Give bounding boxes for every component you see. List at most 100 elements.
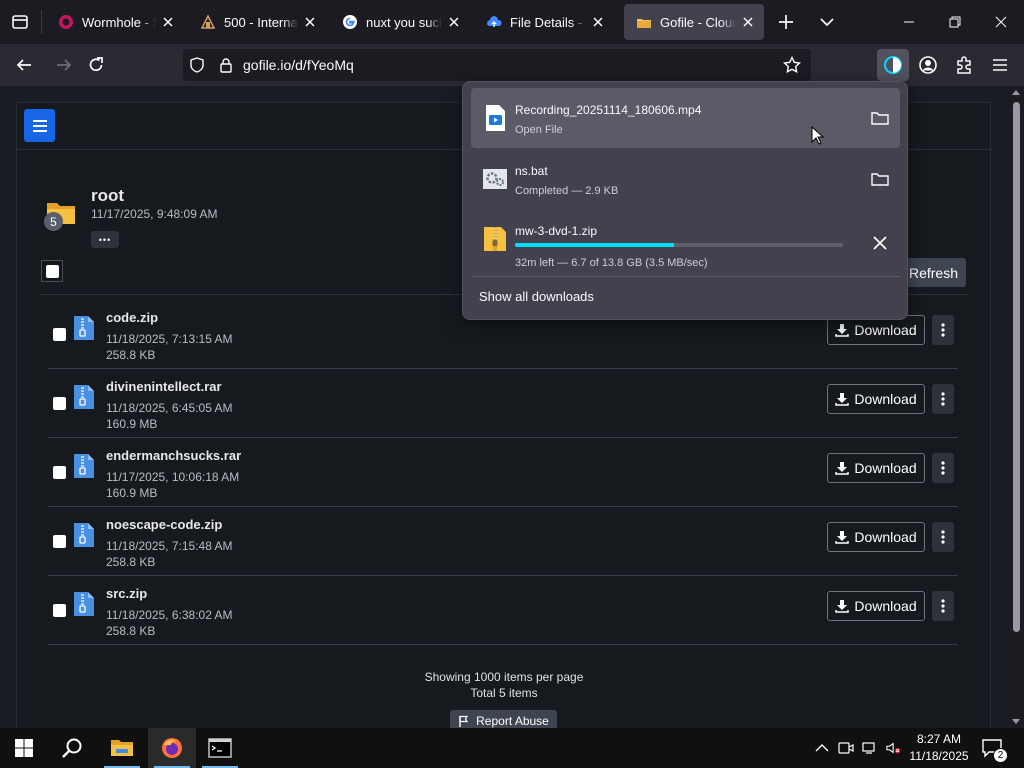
network-icon[interactable] bbox=[862, 740, 878, 756]
cancel-icon[interactable] bbox=[870, 233, 890, 253]
terminal-button[interactable] bbox=[196, 728, 244, 768]
page-scrollbar[interactable] bbox=[1008, 86, 1024, 728]
search-button[interactable] bbox=[48, 728, 96, 768]
scroll-thumb[interactable] bbox=[1013, 102, 1020, 632]
bookmark-star-icon[interactable] bbox=[783, 56, 801, 74]
divider bbox=[471, 276, 900, 277]
download-item[interactable]: Recording_20251114_180606.mp4 Open File bbox=[471, 88, 900, 148]
download-status: Open File bbox=[515, 124, 563, 136]
tab-gofile[interactable]: Gofile - Cloud St bbox=[624, 4, 764, 40]
download-item[interactable]: ns.bat Completed — 2.9 KB bbox=[471, 149, 900, 209]
close-icon[interactable] bbox=[302, 14, 318, 30]
chevron-up-icon[interactable] bbox=[814, 740, 830, 756]
hamburger-icon bbox=[32, 119, 47, 132]
close-icon[interactable] bbox=[160, 14, 176, 30]
download-button[interactable]: Download bbox=[827, 384, 925, 414]
downloads-button[interactable] bbox=[877, 49, 909, 81]
firefox-icon bbox=[162, 738, 182, 758]
back-icon[interactable] bbox=[12, 53, 36, 77]
show-all-downloads-link[interactable]: Show all downloads bbox=[479, 289, 594, 304]
row-checkbox[interactable] bbox=[53, 604, 66, 617]
lock-icon[interactable] bbox=[218, 57, 234, 73]
tracking-protection-icon[interactable] bbox=[189, 57, 205, 73]
file-name[interactable]: divinenintellect.rar bbox=[106, 379, 222, 394]
file-name[interactable]: endermanchsucks.rar bbox=[106, 448, 241, 463]
more-vertical-icon bbox=[941, 323, 945, 337]
folder-more-button[interactable]: ••• bbox=[91, 231, 119, 248]
file-explorer-icon bbox=[111, 740, 133, 756]
file-name[interactable]: code.zip bbox=[106, 310, 158, 325]
checkbox-box bbox=[45, 264, 59, 278]
firefox-view-icon[interactable] bbox=[8, 10, 32, 34]
firefox-button[interactable] bbox=[148, 728, 196, 768]
tab-title: Gofile - Cloud St bbox=[660, 14, 736, 30]
download-label: Download bbox=[854, 322, 917, 338]
tab-file-details[interactable]: File Details - Upl bbox=[474, 4, 614, 40]
sidebar-menu-button[interactable] bbox=[24, 109, 55, 142]
new-tab-icon[interactable] bbox=[774, 10, 798, 34]
meet-now-icon[interactable] bbox=[838, 740, 854, 756]
clock-time: 8:27 AM bbox=[916, 732, 962, 746]
close-icon[interactable] bbox=[446, 14, 462, 30]
file-explorer-button[interactable] bbox=[98, 728, 146, 768]
row-checkbox[interactable] bbox=[53, 328, 66, 341]
select-all-checkbox[interactable] bbox=[41, 260, 63, 282]
file-name[interactable]: noescape-code.zip bbox=[106, 517, 222, 532]
row-checkbox[interactable] bbox=[53, 535, 66, 548]
scroll-down-icon[interactable] bbox=[1012, 719, 1020, 725]
system-clock[interactable]: 8:27 AM 11/18/2025 bbox=[904, 731, 974, 765]
tab-google-search[interactable]: nuxt you suck i h bbox=[330, 4, 470, 40]
row-checkbox[interactable] bbox=[53, 466, 66, 479]
clock-date: 11/18/2025 bbox=[909, 749, 969, 763]
hamburger-menu-icon[interactable] bbox=[988, 53, 1012, 77]
list-all-tabs-icon[interactable] bbox=[815, 10, 839, 34]
download-item[interactable]: mw-3-dvd-1.zip 32m left — 6.7 of 13.8 GB… bbox=[471, 209, 900, 269]
tab-500-error[interactable]: 500 - Internal Se bbox=[188, 4, 326, 40]
forward-icon[interactable] bbox=[52, 53, 76, 77]
row-more-button[interactable] bbox=[932, 384, 954, 414]
folder-icon[interactable] bbox=[870, 169, 890, 189]
file-date: 11/18/2025, 7:15:48 AM bbox=[106, 539, 233, 553]
file-row[interactable]: src.zip 11/18/2025, 6:38:02 AM 258.8 KB … bbox=[48, 576, 958, 645]
row-more-button[interactable] bbox=[932, 522, 954, 552]
scroll-up-icon[interactable] bbox=[1012, 89, 1020, 95]
file-row[interactable]: endermanchsucks.rar 11/17/2025, 10:06:18… bbox=[48, 438, 958, 507]
row-more-button[interactable] bbox=[932, 315, 954, 345]
terminal-icon bbox=[208, 738, 232, 758]
url-text[interactable]: gofile.io/d/fYeoMq bbox=[243, 57, 354, 73]
volume-muted-icon[interactable] bbox=[886, 740, 902, 756]
close-window-button[interactable] bbox=[978, 0, 1024, 44]
close-icon[interactable] bbox=[590, 14, 606, 30]
download-name: ns.bat bbox=[515, 164, 548, 178]
file-row[interactable]: noescape-code.zip 11/18/2025, 7:15:48 AM… bbox=[48, 507, 958, 576]
download-status: 32m left — 6.7 of 13.8 GB (3.5 MB/sec) bbox=[515, 257, 708, 269]
restore-button[interactable] bbox=[932, 0, 978, 44]
report-abuse-label: Report Abuse bbox=[476, 714, 549, 728]
start-button[interactable] bbox=[0, 728, 48, 768]
extensions-icon[interactable] bbox=[952, 53, 976, 77]
folder-name: root bbox=[91, 186, 125, 205]
account-icon[interactable] bbox=[916, 53, 940, 77]
row-checkbox[interactable] bbox=[53, 397, 66, 410]
download-progress-icon bbox=[884, 56, 902, 74]
file-row[interactable]: divinenintellect.rar 11/18/2025, 6:45:05… bbox=[48, 369, 958, 438]
tab-wormhole[interactable]: Wormhole - Sim bbox=[46, 4, 184, 40]
tab-title: Wormhole - Sim bbox=[82, 14, 156, 30]
close-icon[interactable] bbox=[740, 14, 756, 30]
reload-icon[interactable] bbox=[84, 53, 108, 77]
file-size: 160.9 MB bbox=[106, 417, 158, 431]
folder-icon[interactable] bbox=[870, 108, 890, 128]
row-more-button[interactable] bbox=[932, 591, 954, 621]
row-more-button[interactable] bbox=[932, 453, 954, 483]
minimize-button[interactable] bbox=[886, 0, 932, 44]
close-icon bbox=[995, 16, 1007, 28]
archive-file-icon bbox=[74, 385, 94, 409]
download-button[interactable]: Download bbox=[827, 591, 925, 621]
download-button[interactable]: Download bbox=[827, 522, 925, 552]
archive-file-icon bbox=[74, 523, 94, 547]
url-bar[interactable]: gofile.io/d/fYeoMq bbox=[183, 49, 811, 81]
file-name[interactable]: src.zip bbox=[106, 586, 147, 601]
download-name: mw-3-dvd-1.zip bbox=[515, 224, 598, 238]
notification-count: 2 bbox=[993, 748, 1008, 763]
download-button[interactable]: Download bbox=[827, 453, 925, 483]
